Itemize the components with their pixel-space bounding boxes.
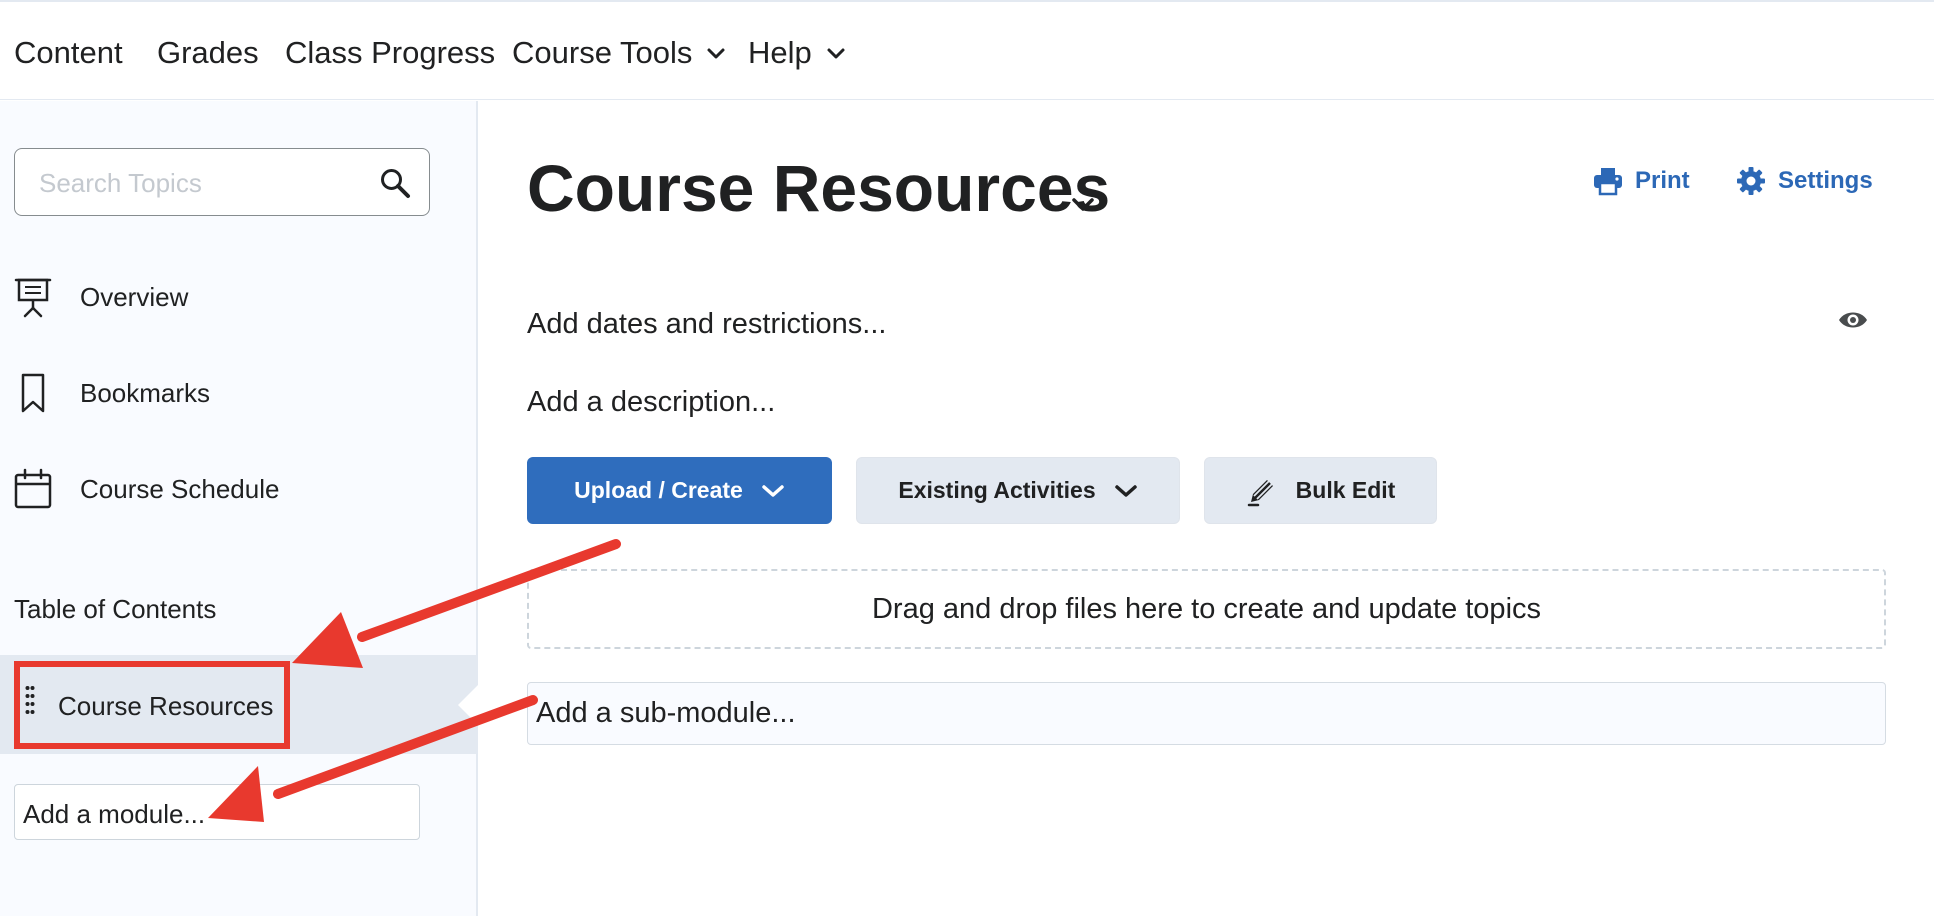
print-button[interactable]: Print: [1593, 166, 1690, 196]
sidebar-item-course-schedule-label: Course Schedule: [80, 473, 280, 504]
top-navigation: Content Grades Class Progress Course Too…: [0, 0, 1934, 100]
nav-course-tools-label: Course Tools: [512, 35, 693, 70]
file-dropzone[interactable]: Drag and drop files here to create and u…: [527, 569, 1886, 649]
existing-activities-label: Existing Activities: [898, 477, 1096, 503]
bulk-edit-button[interactable]: Bulk Edit: [1204, 457, 1437, 524]
nav-content-label: Content: [14, 35, 123, 70]
sidebar-item-overview-label: Overview: [80, 281, 189, 312]
printer-icon: [1594, 168, 1622, 196]
search-topics-box: [14, 148, 430, 216]
nav-grades-label: Grades: [157, 35, 259, 70]
page-title: Course Resources: [527, 151, 1111, 225]
sidebar-item-course-schedule[interactable]: Course Schedule: [14, 468, 279, 510]
chevron-down-icon[interactable]: [1070, 196, 1096, 214]
gear-icon: [1737, 167, 1765, 195]
chevron-down-icon: [1114, 484, 1137, 497]
settings-label: Settings: [1778, 167, 1873, 194]
nav-grades[interactable]: Grades: [157, 35, 259, 71]
annotation-highlight-box: [14, 661, 290, 749]
upload-create-button[interactable]: Upload / Create: [527, 457, 832, 524]
nav-help-label: Help: [748, 35, 812, 70]
add-module-field[interactable]: Add a module...: [14, 784, 420, 840]
bookmark-icon: [21, 373, 45, 413]
nav-help[interactable]: Help: [748, 35, 846, 71]
add-submodule-field[interactable]: Add a sub-module...: [527, 682, 1886, 745]
calendar-icon: [14, 468, 52, 509]
bulk-edit-label: Bulk Edit: [1295, 477, 1396, 503]
settings-button[interactable]: Settings: [1736, 166, 1873, 196]
nav-content[interactable]: Content: [14, 35, 123, 71]
add-dates-restrictions-link[interactable]: Add dates and restrictions...: [527, 308, 886, 341]
upload-create-label: Upload / Create: [574, 477, 743, 503]
pencil-edit-icon: [1247, 478, 1274, 506]
nav-course-tools[interactable]: Course Tools: [512, 35, 726, 71]
sidebar-item-bookmarks-label: Bookmarks: [80, 377, 211, 408]
eye-icon[interactable]: [1838, 308, 1868, 332]
active-indicator-notch: [458, 683, 480, 727]
sidebar-item-overview[interactable]: Overview: [14, 276, 188, 318]
chevron-down-icon: [827, 48, 845, 59]
search-input[interactable]: [39, 165, 369, 201]
nav-class-progress[interactable]: Class Progress: [285, 35, 495, 71]
dropzone-label: Drag and drop files here to create and u…: [871, 592, 1542, 625]
add-description-link[interactable]: Add a description...: [527, 386, 775, 419]
chevron-down-icon: [762, 484, 784, 497]
nav-class-progress-label: Class Progress: [285, 35, 496, 70]
print-label: Print: [1635, 167, 1690, 194]
chevron-down-icon: [707, 48, 725, 59]
existing-activities-button[interactable]: Existing Activities: [856, 457, 1180, 524]
presentation-icon: [14, 278, 52, 318]
search-icon[interactable]: [379, 167, 411, 199]
table-of-contents-heading: Table of Contents: [14, 594, 217, 624]
sidebar-item-bookmarks[interactable]: Bookmarks: [14, 372, 210, 414]
